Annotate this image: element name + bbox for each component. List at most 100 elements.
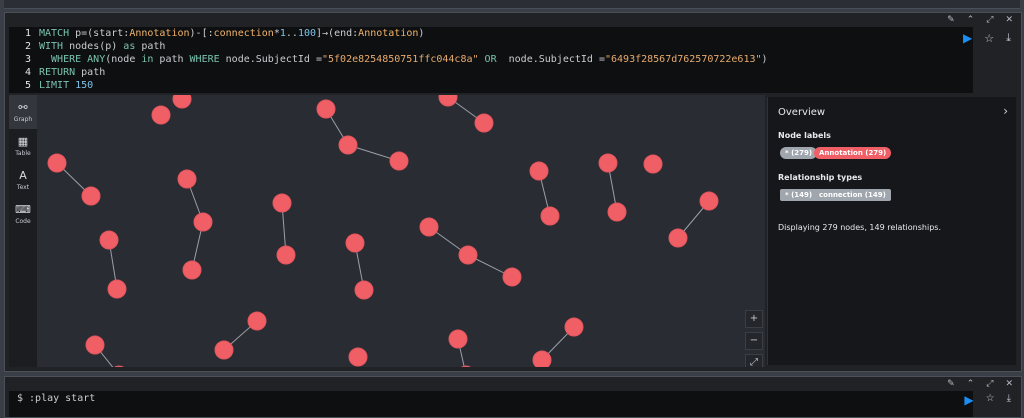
expand-icon[interactable]: ⤢: [986, 377, 993, 391]
annotation-node[interactable]: [193, 212, 213, 232]
code-line: 3 WHERE ANY(node in path WHERE node.Subj…: [9, 53, 973, 66]
line-text: MATCH p=(start:Annotation)-[:connection*…: [39, 28, 425, 39]
pin-icon[interactable]: ✎: [947, 377, 955, 391]
line-number: 4: [24, 67, 31, 78]
previous-frame-edge: [4, 0, 1020, 9]
play-start-frame: ✎ ⌃ ⤢ ✕ $ :play start ▶ ☆ ⤓: [4, 376, 1022, 418]
tab-code[interactable]: ⌨ Code: [9, 197, 37, 231]
annotation-node[interactable]: [177, 169, 197, 189]
text-icon: A: [19, 168, 27, 182]
annotation-node[interactable]: [458, 245, 478, 265]
node-labels-title: Node labels: [778, 131, 831, 140]
line-number: 3: [24, 54, 31, 65]
annotation-node[interactable]: [316, 99, 336, 119]
frame-header-actions: ✎ ⌃ ⤢ ✕: [947, 377, 1013, 391]
annotation-node[interactable]: [85, 335, 105, 355]
annotation-node[interactable]: [419, 217, 439, 237]
tab-label: Text: [16, 183, 30, 191]
line-text: WITH nodes(p) as path: [39, 41, 166, 52]
overview-status: Displaying 279 nodes, 149 relationships.: [778, 223, 941, 232]
code-lines: 1 MATCH p=(start:Annotation)-[:connection…: [9, 27, 973, 92]
code-line: 1 MATCH p=(start:Annotation)-[:connection…: [9, 27, 973, 40]
table-icon: ▦: [17, 134, 29, 148]
annotation-node[interactable]: [529, 161, 549, 181]
result-view-tabs: ⚯ Graph ▦ Table A Text ⌨ Code: [9, 95, 37, 367]
annotation-node[interactable]: [474, 113, 494, 133]
collapse-icon[interactable]: ⌃: [967, 377, 975, 391]
command-editor[interactable]: $ :play start: [9, 391, 973, 417]
annotation-node[interactable]: [345, 233, 365, 253]
line-text: LIMIT 150: [39, 80, 94, 91]
annotation-node[interactable]: [47, 153, 67, 173]
line-number: 2: [24, 41, 31, 52]
annotation-node[interactable]: [532, 350, 552, 367]
tab-label: Code: [15, 217, 31, 225]
rel-type-connection-pill[interactable]: connection (149): [814, 189, 891, 201]
annotation-node[interactable]: [598, 153, 618, 173]
annotation-node[interactable]: [338, 135, 358, 155]
expand-icon[interactable]: ⤢: [986, 13, 993, 27]
tab-text[interactable]: A Text: [9, 163, 37, 197]
tab-label: Graph: [13, 115, 33, 123]
code-line: 5 LIMIT 150: [9, 79, 973, 92]
line-number: 1: [24, 28, 31, 39]
annotation-node[interactable]: [182, 260, 202, 280]
annotation-node[interactable]: [540, 206, 560, 226]
zoom-out-button[interactable]: −: [745, 332, 763, 350]
node-label-all-pill[interactable]: * (279): [780, 147, 818, 159]
tab-table[interactable]: ▦ Table: [9, 129, 37, 163]
code-line: 4 RETURN path: [9, 66, 973, 79]
query-editor[interactable]: 1 MATCH p=(start:Annotation)-[:connection…: [9, 27, 973, 93]
annotation-node[interactable]: [272, 193, 292, 213]
frame-header-actions: ✎ ⌃ ⤢ ✕: [947, 13, 1013, 27]
annotation-node[interactable]: [438, 95, 458, 107]
editor-actions: ▶ ☆ ⤓: [963, 31, 1011, 45]
graph-icon: ⚯: [18, 100, 28, 114]
annotation-node[interactable]: [276, 245, 296, 265]
annotation-node[interactable]: [151, 105, 171, 125]
tab-label: Table: [15, 149, 31, 157]
close-icon[interactable]: ✕: [1005, 13, 1013, 27]
annotation-node[interactable]: [107, 279, 127, 299]
annotation-node[interactable]: [668, 228, 688, 248]
node-label-annotation-pill[interactable]: Annotation (279): [814, 147, 892, 159]
collapse-icon[interactable]: ⌃: [967, 13, 975, 27]
annotation-node[interactable]: [643, 154, 663, 174]
zoom-in-button[interactable]: +: [745, 310, 763, 328]
fit-button[interactable]: ⤢: [745, 354, 763, 367]
chevron-right-icon[interactable]: ›: [1003, 104, 1008, 118]
annotation-node[interactable]: [348, 347, 368, 367]
zoom-controls: + − ⤢: [745, 310, 763, 367]
overview-title: Overview: [778, 107, 826, 118]
annotation-node[interactable]: [607, 202, 627, 222]
annotation-node[interactable]: [99, 230, 119, 250]
line-text: RETURN path: [39, 67, 106, 78]
annotation-node[interactable]: [448, 329, 468, 349]
annotation-node[interactable]: [564, 317, 584, 337]
close-icon[interactable]: ✕: [1005, 377, 1013, 391]
relationship-types-title: Relationship types: [778, 173, 863, 182]
graph-canvas[interactable]: + − ⤢: [37, 95, 765, 367]
line-number: 5: [24, 80, 31, 91]
annotation-node[interactable]: [389, 151, 409, 171]
graph-svg[interactable]: [37, 95, 765, 367]
annotation-node[interactable]: [247, 311, 267, 331]
pin-icon[interactable]: ✎: [947, 13, 955, 27]
annotation-node[interactable]: [457, 365, 475, 367]
favorite-icon[interactable]: ☆: [984, 32, 994, 45]
line-text: WHERE ANY(node in path WHERE node.Subjec…: [39, 54, 768, 65]
run-button[interactable]: ▶: [963, 31, 972, 45]
tab-graph[interactable]: ⚯ Graph: [9, 95, 37, 129]
code-icon: ⌨: [15, 202, 31, 216]
annotation-node[interactable]: [172, 95, 192, 109]
annotation-node[interactable]: [81, 186, 101, 206]
annotation-node[interactable]: [699, 191, 719, 211]
annotation-node[interactable]: [502, 267, 522, 287]
rel-type-all-pill[interactable]: * (149): [780, 189, 818, 201]
annotation-node[interactable]: [354, 280, 374, 300]
download-icon[interactable]: ⤓: [1006, 31, 1011, 45]
code-line: 2 WITH nodes(p) as path: [9, 40, 973, 53]
result-frame: ✎ ⌃ ⤢ ✕ 1 MATCH p=(start:Annotation)-[:co…: [4, 12, 1022, 372]
annotation-node[interactable]: [214, 340, 234, 360]
overview-panel: Overview › Node labels * (279) Annotatio…: [767, 97, 1016, 365]
